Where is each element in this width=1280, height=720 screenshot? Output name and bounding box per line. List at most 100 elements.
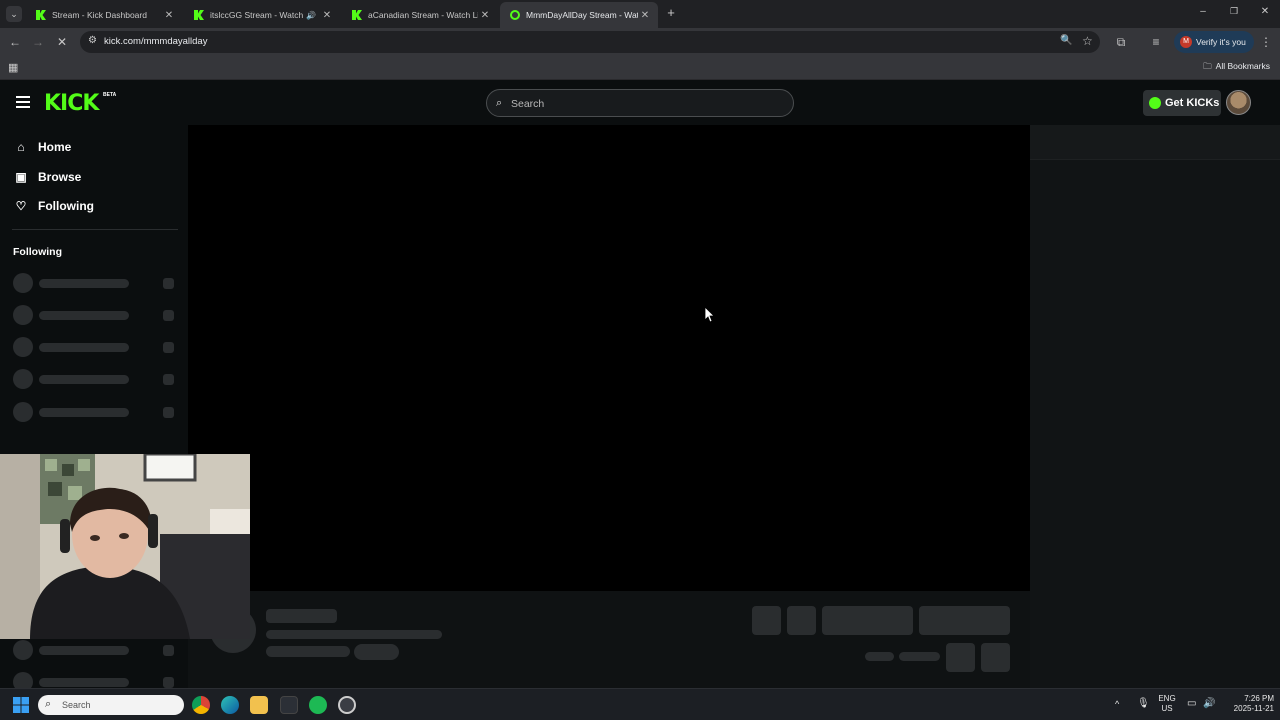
language-code: ENG [1158, 694, 1176, 703]
sidebar-item-label: Home [38, 140, 72, 154]
tag-skeleton [354, 644, 399, 660]
kick-favicon-icon [194, 10, 204, 20]
taskbar-search-placeholder: Search [62, 700, 91, 710]
webcam-overlay [0, 454, 250, 639]
apps-grid-icon[interactable]: ▦ [8, 61, 18, 74]
tab-title: Stream - Kick Dashboard [52, 10, 147, 20]
streamer-name-skeleton [266, 609, 337, 623]
browse-icon: ▣ [15, 170, 27, 184]
following-skeleton-row [13, 402, 177, 422]
network-icon[interactable]: ▭ [1187, 698, 1196, 709]
category-skeleton [266, 646, 350, 657]
sidebar-divider [12, 229, 178, 230]
kick-favicon-icon [352, 10, 362, 20]
media-control-icon[interactable]: ≡ [1148, 34, 1164, 50]
sidebar-item-home[interactable]: ⌂ Home [14, 137, 71, 157]
sidebar-item-label: Browse [38, 170, 82, 184]
following-header: Following [13, 246, 62, 258]
sidebar-item-following[interactable]: ♡ Following [14, 196, 94, 216]
user-avatar[interactable] [1226, 90, 1251, 115]
maximize-button[interactable]: ❐ [1227, 6, 1241, 17]
action-button-skeleton [752, 606, 781, 635]
site-info-icon[interactable]: ⚙ [88, 35, 97, 46]
kick-logo[interactable]: KICK [44, 91, 99, 116]
tab-title: itslccGG Stream - Watch Live [210, 10, 306, 20]
stop-loading-icon[interactable]: ✕ [54, 34, 70, 50]
browser-tab-mmmdayallday[interactable]: MmmDayAllDay Stream - Watch ✕ [500, 2, 658, 28]
volume-icon[interactable]: 🔊 [1203, 698, 1215, 709]
tab-close-icon[interactable]: ✕ [320, 10, 334, 21]
subscribe-button-skeleton [919, 606, 1010, 635]
tab-title: aCanadian Stream - Watch Live [368, 10, 478, 20]
folder-icon: 🗀 [1203, 61, 1212, 71]
microphone-icon[interactable]: 🎙 [1137, 698, 1150, 709]
browser-tab-strip: ⌄ Stream - Kick Dashboard ✕ itslccGG Str… [0, 0, 1280, 28]
windows-start-icon[interactable] [13, 697, 29, 713]
terminal-taskbar-icon[interactable] [280, 696, 298, 714]
sidebar-item-browse[interactable]: ▣ Browse [14, 167, 81, 187]
tray-overflow-icon[interactable]: ^ [1115, 699, 1119, 709]
beta-badge: BETA [103, 92, 117, 98]
tab-title: MmmDayAllDay Stream - Watch [526, 10, 638, 20]
back-arrow-icon[interactable]: ← [7, 34, 23, 50]
tab-close-icon[interactable]: ✕ [162, 10, 176, 21]
webcam-feed-image [0, 454, 250, 639]
speaker-icon[interactable]: 🔊 [306, 11, 316, 20]
all-bookmarks-label: All Bookmarks [1215, 61, 1270, 71]
minimize-button[interactable]: – [1196, 6, 1210, 17]
tab-search-button[interactable]: ⌄ [6, 6, 22, 22]
taskbar-search-input[interactable]: ⌕ Search [38, 695, 184, 715]
search-icon: ⌕ [45, 698, 52, 710]
video-player[interactable] [188, 125, 1030, 591]
stream-info-skeleton [188, 591, 1030, 688]
address-bar[interactable]: ⚙ kick.com/mmmdayallday 🔍 ☆ [80, 31, 1100, 53]
tab-close-icon[interactable]: ✕ [478, 10, 492, 21]
kick-favicon-icon [36, 10, 46, 20]
chat-header [1030, 125, 1280, 160]
get-kicks-label: Get KICKs [1165, 97, 1220, 109]
viewer-count-skeleton [865, 652, 894, 661]
search-placeholder: Search [511, 98, 545, 110]
region-code: US [1161, 704, 1173, 713]
clock-time: 7:26 PM [1244, 694, 1274, 703]
following-skeleton-row [13, 337, 177, 357]
forward-arrow-icon[interactable]: → [30, 34, 46, 50]
tab-close-icon[interactable]: ✕ [638, 10, 652, 21]
extensions-icon[interactable]: ⧉ [1113, 34, 1129, 50]
following-skeleton-row [13, 305, 177, 325]
verify-label: Verify it's you [1196, 37, 1246, 47]
hamburger-menu-icon[interactable] [16, 96, 30, 108]
edge-taskbar-icon[interactable] [221, 696, 239, 714]
obs-taskbar-icon[interactable] [338, 696, 356, 714]
browser-tab-kick-dashboard[interactable]: Stream - Kick Dashboard ✕ [26, 2, 182, 28]
share-button-skeleton [946, 643, 975, 672]
follow-button-skeleton [822, 606, 913, 635]
window-close-button[interactable]: ✕ [1258, 6, 1272, 17]
get-kicks-button[interactable]: Get KICKs [1143, 90, 1221, 116]
browser-tab-itslccgg[interactable]: itslccGG Stream - Watch Live 🔊 ✕ [184, 2, 340, 28]
following-skeleton-row [13, 640, 177, 660]
all-bookmarks-button[interactable]: 🗀 All Bookmarks [1203, 61, 1270, 75]
new-tab-button[interactable]: + [663, 5, 679, 21]
sidebar-item-label: Following [38, 199, 94, 213]
kick-header: KICK BETA ⌕ Search Get KICKs [0, 81, 1280, 125]
uptime-skeleton [899, 652, 940, 661]
spotify-taskbar-icon[interactable] [309, 696, 327, 714]
zoom-icon[interactable]: 🔍 [1060, 35, 1072, 46]
language-indicator[interactable]: ENG US [1155, 694, 1179, 714]
file-explorer-taskbar-icon[interactable] [250, 696, 268, 714]
chrome-taskbar-icon[interactable] [192, 696, 210, 714]
browser-menu-icon[interactable]: ⋮ [1258, 34, 1274, 50]
clock[interactable]: 7:26 PM 2025-11-21 [1222, 694, 1274, 714]
kick-search-input[interactable]: ⌕ Search [486, 89, 794, 117]
chat-panel [1030, 125, 1280, 688]
bookmarks-bar: ▦ 🗀 All Bookmarks [0, 56, 1280, 80]
address-bar-url[interactable]: kick.com/mmmdayallday [104, 36, 207, 47]
profile-initial-icon: M [1180, 36, 1192, 48]
home-icon: ⌂ [17, 140, 25, 154]
browser-tab-acanadian[interactable]: aCanadian Stream - Watch Live ✕ [342, 2, 498, 28]
verify-profile-button[interactable]: M Verify it's you [1174, 31, 1254, 53]
browser-toolbar: ← → ✕ ⚙ kick.com/mmmdayallday 🔍 ☆ ⧉ ≡ M … [0, 28, 1280, 56]
bookmark-star-icon[interactable]: ☆ [1082, 34, 1093, 48]
following-skeleton-row [13, 273, 177, 293]
